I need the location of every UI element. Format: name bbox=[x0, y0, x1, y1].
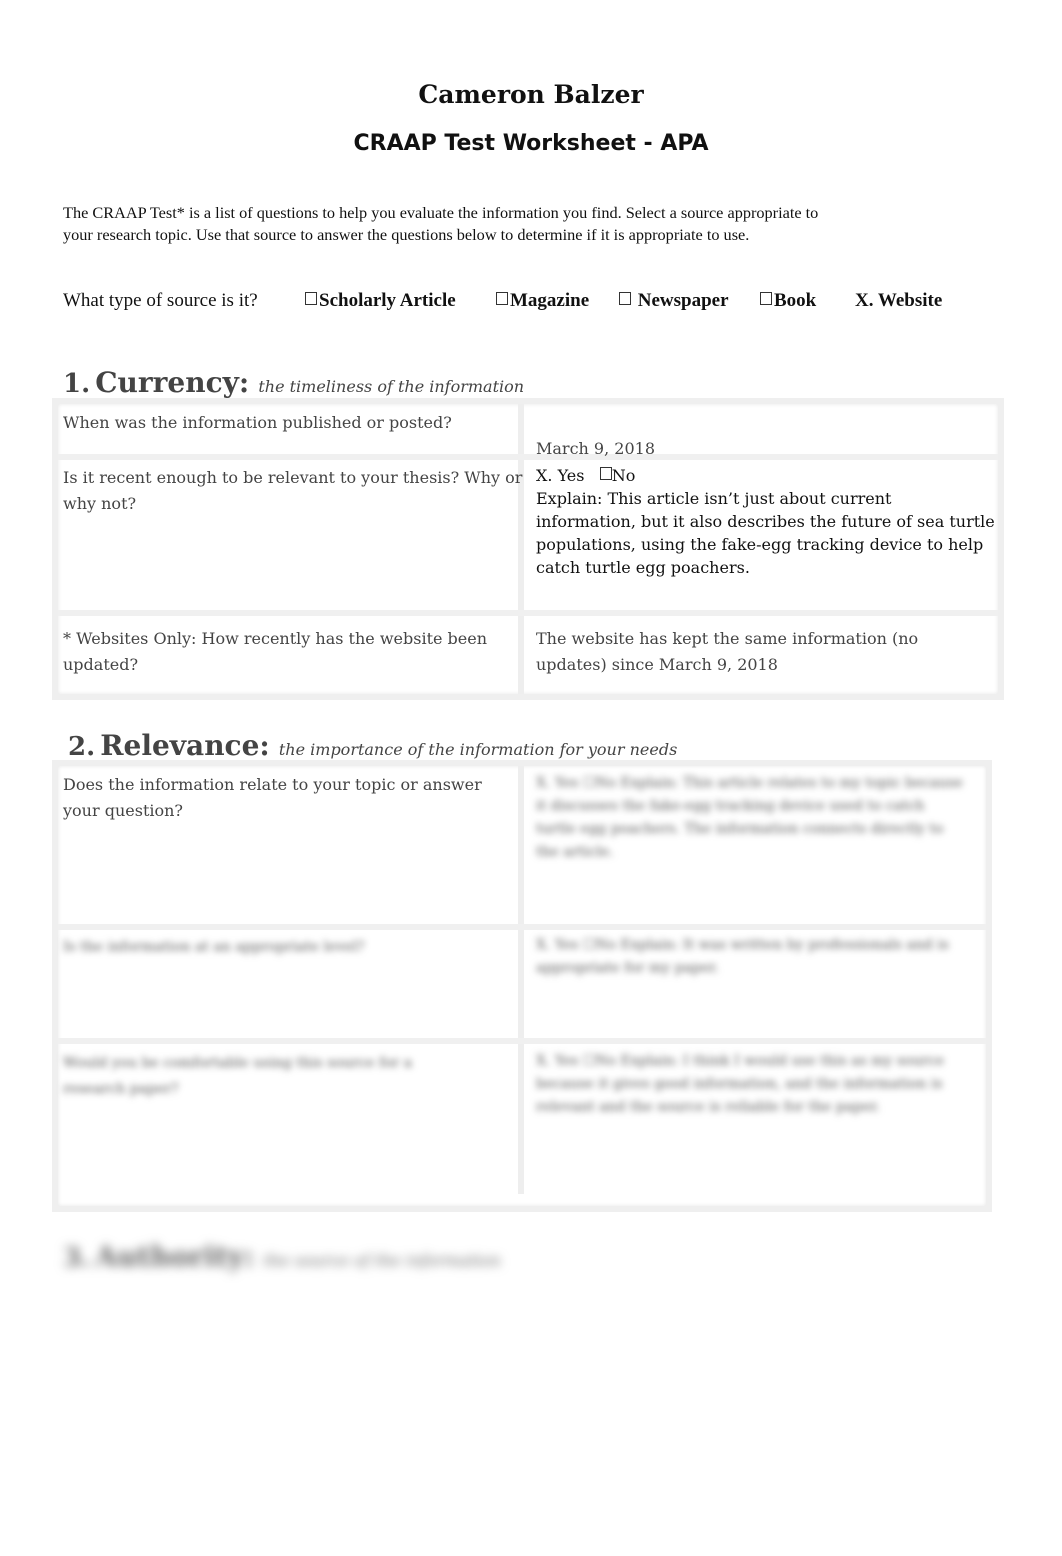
table-row: Is it recent enough to be relevant to yo… bbox=[58, 460, 998, 616]
yes-no-choice: X. Yes No bbox=[536, 464, 996, 487]
answer-appropriate-level[interactable]: X. Yes ☐No Explain: It was written by pr… bbox=[536, 934, 966, 980]
intro-line-2: your research topic. Use that source to … bbox=[63, 225, 750, 244]
checkbox-icon[interactable] bbox=[496, 292, 508, 305]
table-row: Is the information at an appropriate lev… bbox=[58, 930, 986, 1044]
student-name: Cameron Balzer bbox=[418, 80, 644, 109]
source-type-question: What type of source is it? bbox=[63, 290, 258, 311]
no-checkbox-icon[interactable] bbox=[599, 467, 612, 480]
answer-recent-enough: X. Yes No Explain: This article isn’t ju… bbox=[536, 464, 996, 579]
option-website[interactable]: X. Website bbox=[855, 290, 942, 312]
explanation-text[interactable]: Explain: This article isn’t just about c… bbox=[536, 487, 996, 579]
question-appropriate-level: Is the information at an appropriate lev… bbox=[63, 939, 365, 955]
section-heading-currency: 1. Currency: the timeliness of the infor… bbox=[63, 366, 525, 399]
answer-published-date[interactable]: March 9, 2018 bbox=[536, 437, 655, 460]
question-relates-to-topic: Does the information relate to your topi… bbox=[63, 775, 482, 820]
worksheet-title: CRAAP Test Worksheet - APA bbox=[353, 131, 709, 156]
question-published-date: When was the information published or po… bbox=[63, 413, 452, 432]
currency-table: When was the information published or po… bbox=[52, 398, 1004, 700]
option-book[interactable]: Book bbox=[760, 290, 816, 312]
table-row: Does the information relate to your topi… bbox=[58, 766, 986, 930]
table-row: * Websites Only: How recently has the we… bbox=[58, 616, 998, 694]
table-row: When was the information published or po… bbox=[58, 404, 998, 460]
question-website-updated: * Websites Only: How recently has the we… bbox=[63, 629, 488, 674]
table-row: Would you be comfortable using this sour… bbox=[58, 1044, 986, 1194]
checkbox-icon[interactable] bbox=[760, 292, 772, 305]
checkbox-icon[interactable] bbox=[619, 292, 631, 305]
intro-line-1: The CRAAP Test* is a list of questions t… bbox=[63, 203, 819, 222]
relevance-table: Does the information relate to your topi… bbox=[52, 760, 992, 1212]
yes-option-selected[interactable]: X. Yes bbox=[536, 466, 584, 485]
answer-comfortable-using[interactable]: X. Yes ☐No Explain: I think I would use … bbox=[536, 1050, 966, 1119]
answer-website-updated[interactable]: The website has kept the same informatio… bbox=[536, 626, 956, 678]
option-magazine[interactable]: Magazine bbox=[496, 290, 589, 312]
section-heading-authority: 3. Authority: the source of the informat… bbox=[63, 1240, 501, 1273]
option-scholarly-article[interactable]: Scholarly Article bbox=[305, 290, 456, 312]
option-newspaper[interactable]: Newspaper bbox=[619, 290, 729, 312]
no-option[interactable]: No bbox=[612, 466, 636, 485]
source-type-row: What type of source is it? Scholarly Art… bbox=[63, 290, 1003, 316]
answer-relates-to-topic[interactable]: X. Yes ☐No Explain: This article relates… bbox=[536, 772, 966, 864]
checkbox-icon[interactable] bbox=[305, 292, 317, 305]
question-recent-enough: Is it recent enough to be relevant to yo… bbox=[63, 468, 523, 513]
question-comfortable-using: Would you be comfortable using this sour… bbox=[63, 1055, 413, 1097]
section-heading-relevance: 2. Relevance: the importance of the info… bbox=[68, 729, 678, 762]
selected-marker: X. bbox=[855, 290, 874, 311]
intro-paragraph: The CRAAP Test* is a list of questions t… bbox=[63, 202, 1003, 246]
